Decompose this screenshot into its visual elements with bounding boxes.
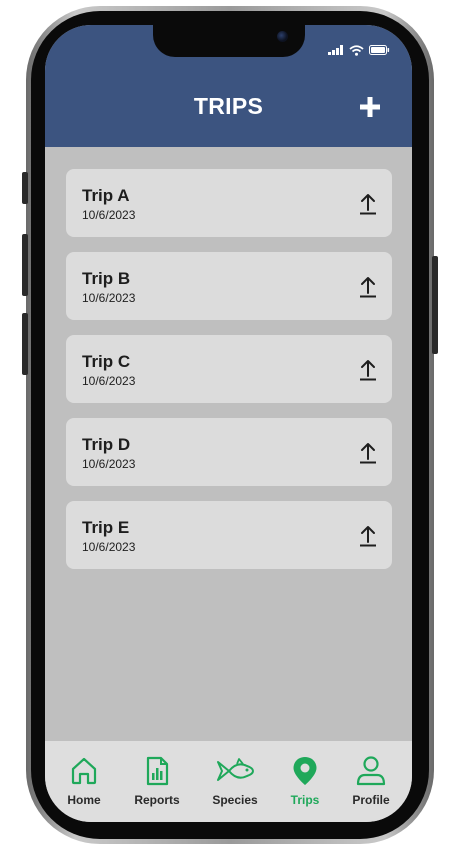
- trip-card[interactable]: Trip A 10/6/2023: [66, 169, 392, 237]
- power-button: [432, 256, 438, 354]
- user-icon: [356, 756, 386, 786]
- volume-up-button: [22, 234, 28, 296]
- map-pin-icon: [293, 757, 317, 785]
- upload-trip-button[interactable]: [359, 442, 377, 464]
- upload-trip-button[interactable]: [359, 276, 377, 298]
- upload-icon: [360, 526, 376, 547]
- front-camera: [277, 31, 288, 42]
- tab-reports[interactable]: Reports: [122, 741, 192, 822]
- trip-date: 10/6/2023: [82, 374, 136, 388]
- upload-icon: [360, 194, 376, 215]
- trip-name: Trip D: [82, 435, 131, 454]
- tab-label: Reports: [134, 793, 180, 807]
- mute-switch: [22, 172, 28, 204]
- upload-icon: [360, 360, 376, 381]
- plus-icon: [360, 97, 380, 117]
- trip-card[interactable]: Trip E 10/6/2023: [66, 501, 392, 569]
- tab-label: Species: [212, 793, 258, 807]
- app-screen: TRIPS Trip A 10/6/2023 Trip B 10/6/2023: [45, 25, 412, 822]
- bottom-tab-bar: Home Reports Species Trips Profile: [45, 741, 412, 822]
- tab-species[interactable]: Species: [200, 741, 270, 822]
- upload-trip-button[interactable]: [359, 193, 377, 215]
- trip-name: Trip A: [82, 186, 130, 205]
- tab-label: Home: [67, 793, 101, 807]
- trip-name: Trip C: [82, 352, 131, 371]
- trip-card[interactable]: Trip B 10/6/2023: [66, 252, 392, 320]
- tab-home[interactable]: Home: [49, 741, 119, 822]
- add-trip-button[interactable]: [358, 95, 382, 119]
- upload-icon: [360, 277, 376, 298]
- tab-trips[interactable]: Trips: [270, 741, 340, 822]
- report-chart-icon: [146, 756, 169, 786]
- status-bar: [328, 44, 390, 56]
- page-title: TRIPS: [193, 93, 264, 119]
- trip-name: Trip B: [82, 269, 131, 288]
- upload-icon: [360, 443, 376, 464]
- volume-down-button: [22, 313, 28, 375]
- home-icon: [71, 757, 97, 785]
- cellular-signal-icon: [328, 45, 343, 55]
- trip-card[interactable]: Trip C 10/6/2023: [66, 335, 392, 403]
- trip-name: Trip E: [82, 518, 130, 537]
- upload-trip-button[interactable]: [359, 359, 377, 381]
- notch: [153, 25, 305, 57]
- tab-label: Trips: [290, 793, 320, 807]
- trip-date: 10/6/2023: [82, 208, 136, 222]
- tab-label: Profile: [352, 793, 390, 807]
- trip-date: 10/6/2023: [82, 457, 136, 471]
- battery-icon: [369, 45, 390, 55]
- trip-date: 10/6/2023: [82, 291, 136, 305]
- wifi-icon: [349, 44, 364, 56]
- fish-icon: [217, 758, 254, 781]
- trip-card[interactable]: Trip D 10/6/2023: [66, 418, 392, 486]
- trip-date: 10/6/2023: [82, 540, 136, 554]
- trip-list: Trip A 10/6/2023 Trip B 10/6/2023 Trip C: [66, 169, 392, 584]
- header-bar: TRIPS: [45, 25, 412, 147]
- upload-trip-button[interactable]: [359, 525, 377, 547]
- tab-profile[interactable]: Profile: [336, 741, 406, 822]
